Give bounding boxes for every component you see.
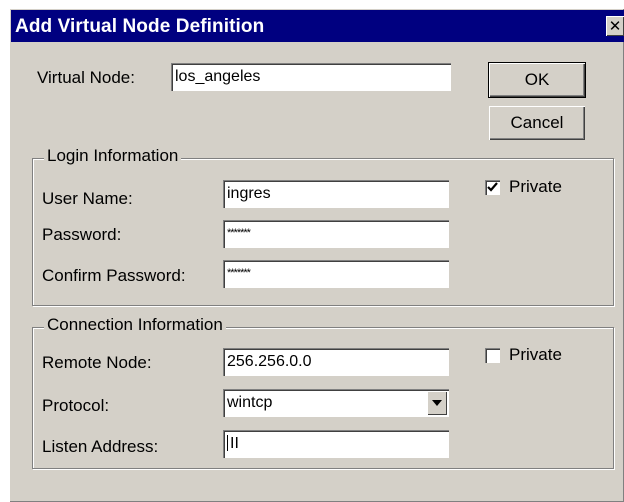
protocol-select[interactable]: wintcp <box>223 389 449 417</box>
title-bar[interactable]: Add Virtual Node Definition ✕ <box>11 10 624 42</box>
connection-information-legend: Connection Information <box>44 315 226 335</box>
close-button[interactable]: ✕ <box>606 16 624 36</box>
close-icon: ✕ <box>608 17 622 35</box>
virtual-node-input[interactable]: los_angeles <box>171 63 451 91</box>
checkmark-icon <box>487 181 498 192</box>
text-caret <box>227 435 228 451</box>
password-label: Password: <box>42 225 122 244</box>
login-information-legend: Login Information <box>44 146 182 166</box>
login-private-checkbox[interactable]: Private <box>485 177 562 197</box>
add-virtual-node-dialog: Add Virtual Node Definition ✕ Virtual No… <box>9 8 624 502</box>
user-name-input[interactable]: ingres <box>223 180 449 208</box>
ok-button[interactable]: OK <box>488 62 586 98</box>
virtual-node-label: Virtual Node: <box>37 68 135 87</box>
listen-address-value: II <box>230 435 239 452</box>
connection-private-label: Private <box>509 345 562 364</box>
connection-private-box[interactable] <box>485 347 500 363</box>
listen-address-input[interactable]: II <box>223 430 449 458</box>
confirm-password-input[interactable]: ******* <box>223 260 449 288</box>
login-private-label: Private <box>509 177 562 196</box>
remote-node-label: Remote Node: <box>42 353 152 372</box>
window-title: Add Virtual Node Definition <box>15 16 265 37</box>
protocol-dropdown-button[interactable] <box>427 391 447 415</box>
confirm-password-label: Confirm Password: <box>42 266 186 285</box>
connection-private-checkbox[interactable]: Private <box>485 345 562 365</box>
protocol-value: wintcp <box>227 394 273 411</box>
password-input[interactable]: ******* <box>223 220 449 248</box>
protocol-label: Protocol: <box>42 396 110 415</box>
dropdown-arrow-icon <box>432 400 442 406</box>
listen-address-label: Listen Address: <box>42 437 159 456</box>
login-private-box[interactable] <box>485 179 500 195</box>
cancel-button[interactable]: Cancel <box>489 106 585 140</box>
remote-node-input[interactable]: 256.256.0.0 <box>223 348 449 376</box>
user-name-label: User Name: <box>42 189 133 208</box>
